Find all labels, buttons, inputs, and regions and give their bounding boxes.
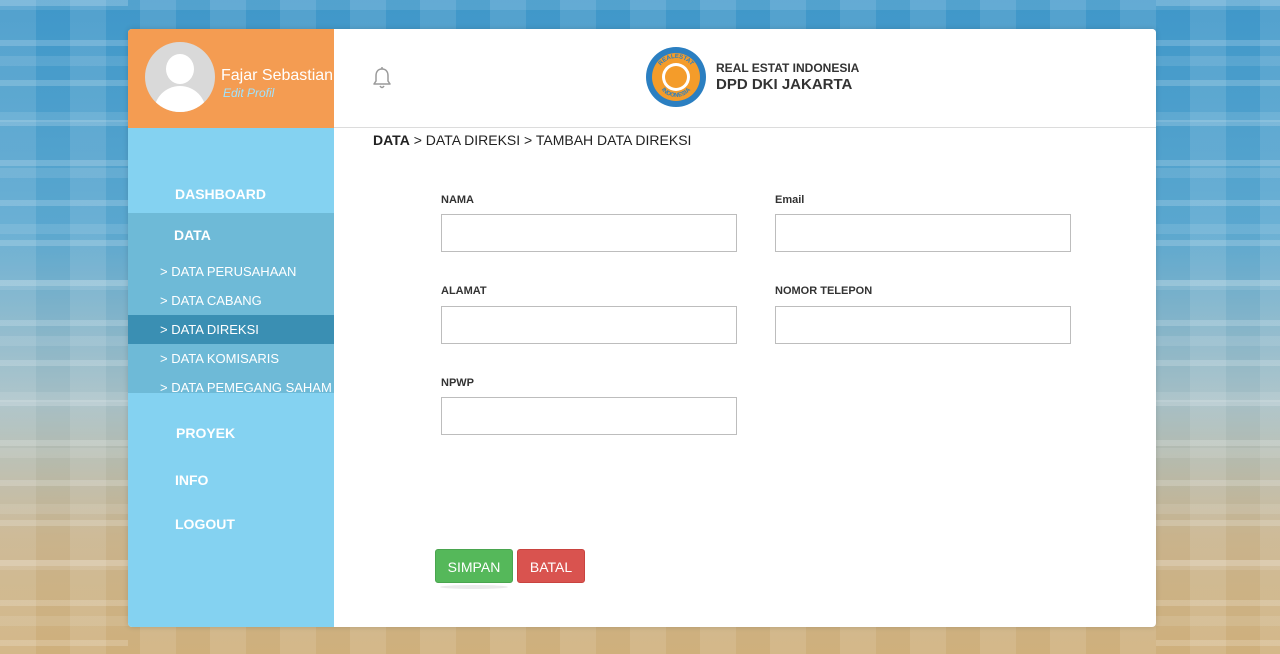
sidebar-subitem-data-pemegang-saham[interactable]: > DATA PEMEGANG SAHAM [128, 373, 334, 402]
nomor-telepon-label: NOMOR TELEPON [775, 285, 873, 297]
app-window: Fajar Sebastian Edit Profil DASHBOARD DA… [128, 29, 1156, 627]
rei-logo: REALESTAT INDONESIA REAL ESTAT INDONESIA… [645, 46, 885, 108]
sidebar-item-data[interactable]: DATA [128, 213, 334, 257]
sidebar-subitem-data-komisaris[interactable]: > DATA KOMISARIS [128, 344, 334, 373]
nama-field[interactable] [441, 214, 737, 252]
sidebar-subitem-data-cabang[interactable]: > DATA CABANG [128, 286, 334, 315]
alamat-label: ALAMAT [441, 285, 487, 297]
sidebar-subitem-data-perusahaan[interactable]: > DATA PERUSAHAAN [128, 257, 334, 286]
email-label: Email [775, 194, 805, 206]
logo-subtitle: DPD DKI JAKARTA [716, 76, 853, 93]
breadcrumb-path: > DATA DIREKSI > TAMBAH DATA DIREKSI [409, 132, 692, 148]
background-right-facade [1156, 0, 1280, 654]
sidebar: Fajar Sebastian Edit Profil DASHBOARD DA… [128, 29, 334, 627]
bell-icon[interactable] [371, 66, 393, 90]
rei-emblem-icon: REALESTAT INDONESIA [646, 47, 706, 107]
profile-name: Fajar Sebastian [221, 67, 334, 84]
breadcrumb-root[interactable]: DATA [373, 132, 410, 148]
npwp-field[interactable] [441, 397, 737, 435]
background-left-facade [0, 0, 128, 654]
sidebar-group-data: DATA > DATA PERUSAHAAN > DATA CABANG > D… [128, 213, 334, 395]
save-button[interactable]: SIMPAN [435, 549, 513, 583]
cancel-button[interactable]: BATAL [517, 549, 585, 583]
sidebar-item-proyek[interactable]: PROYEK [128, 413, 334, 453]
sidebar-item-logout[interactable]: LOGOUT [128, 504, 334, 544]
npwp-label: NPWP [441, 377, 474, 389]
save-button-shadow [440, 585, 508, 589]
nama-label: NAMA [441, 194, 474, 206]
logo-title: REAL ESTAT INDONESIA [716, 61, 860, 75]
edit-profile-link[interactable]: Edit Profil [223, 86, 274, 100]
sidebar-item-info[interactable]: INFO [128, 460, 334, 500]
alamat-field[interactable] [441, 306, 737, 344]
email-field[interactable] [775, 214, 1071, 252]
sidebar-subitem-data-direksi[interactable]: > DATA DIREKSI [128, 315, 334, 344]
user-icon-body [154, 86, 206, 112]
breadcrumb: DATA > DATA DIREKSI > TAMBAH DATA DIREKS… [373, 132, 691, 148]
user-icon [166, 54, 194, 84]
nomor-telepon-field[interactable] [775, 306, 1071, 344]
header: REALESTAT INDONESIA REAL ESTAT INDONESIA… [334, 29, 1156, 128]
sidebar-item-dashboard[interactable]: DASHBOARD [128, 174, 334, 214]
avatar[interactable] [145, 42, 215, 112]
profile-panel: Fajar Sebastian Edit Profil [128, 29, 334, 128]
